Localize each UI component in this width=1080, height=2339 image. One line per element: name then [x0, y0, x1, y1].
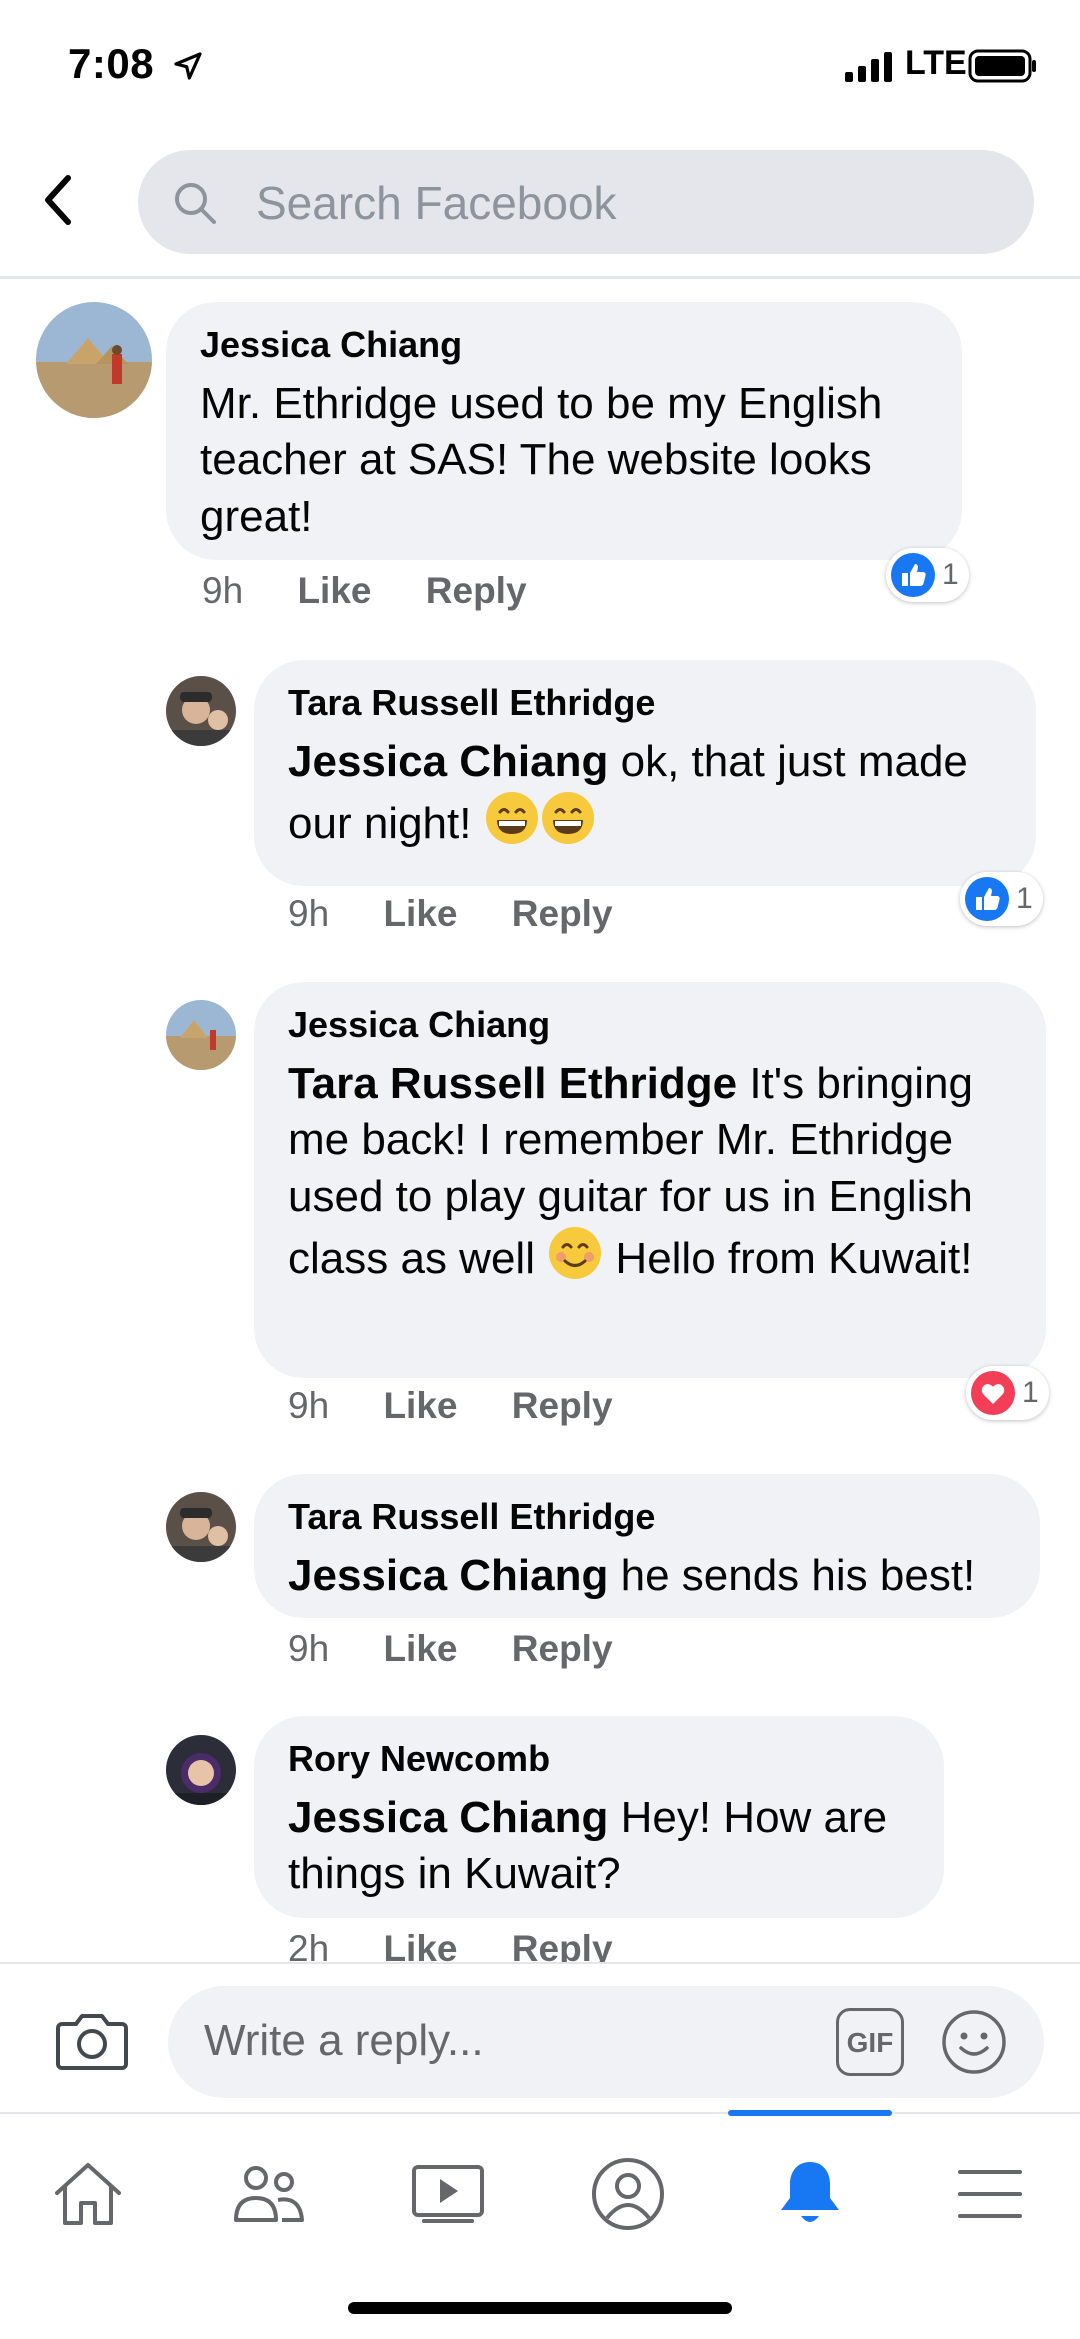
- love-reaction-icon: [971, 1371, 1015, 1415]
- mention-link[interactable]: Tara Russell Ethridge: [288, 1059, 737, 1108]
- profile-icon: [592, 2158, 664, 2230]
- reaction-count: 1: [942, 558, 959, 591]
- nav-notifications[interactable]: [760, 2144, 860, 2244]
- comment-actions: 9h Like Reply: [288, 1628, 657, 1670]
- grinning-face-emoji: [540, 790, 596, 860]
- avatar[interactable]: [166, 1735, 236, 1805]
- comment-author[interactable]: Jessica Chiang: [200, 324, 928, 366]
- comment-actions: 9h Like Reply: [202, 570, 571, 612]
- watch-icon: [412, 2165, 484, 2223]
- battery-icon: [968, 49, 1036, 83]
- active-tab-indicator: [728, 2110, 892, 2116]
- comment-author[interactable]: Rory Newcomb: [288, 1738, 910, 1780]
- comment-bubble: Tara Russell Ethridge Jessica Chiang he …: [254, 1474, 1040, 1618]
- search-icon: [175, 183, 216, 224]
- comment-author[interactable]: Tara Russell Ethridge: [288, 1496, 1006, 1538]
- comment-author[interactable]: Jessica Chiang: [288, 1004, 1012, 1046]
- friends-icon: [234, 2166, 304, 2222]
- reaction-summary[interactable]: 1: [960, 872, 1043, 926]
- signal-icon: [845, 52, 892, 82]
- nav-profile[interactable]: [578, 2144, 678, 2244]
- gif-label: GIF: [846, 2027, 894, 2058]
- status-bar: 7:08 LTE: [0, 0, 1080, 135]
- reply-button[interactable]: Reply: [512, 1628, 613, 1670]
- comment-text: Hello from Kuwait!: [603, 1233, 973, 1283]
- like-button[interactable]: Like: [383, 893, 457, 935]
- comment-text: Mr. Ethridge used to be my English teach…: [200, 379, 883, 541]
- like-button[interactable]: Like: [297, 570, 371, 612]
- comment-time: 9h: [288, 1628, 330, 1669]
- comment-bubble: Rory Newcomb Jessica Chiang Hey! How are…: [254, 1716, 944, 1918]
- avatar[interactable]: [166, 1000, 236, 1070]
- like-button[interactable]: Like: [383, 1385, 457, 1427]
- avatar[interactable]: [166, 1492, 236, 1562]
- nav-friends[interactable]: [218, 2144, 318, 2244]
- reply-composer: Write a reply... GIF: [0, 1962, 1080, 2112]
- avatar[interactable]: [166, 676, 236, 746]
- reaction-count: 1: [1016, 882, 1033, 915]
- comment-author[interactable]: Tara Russell Ethridge: [288, 682, 1002, 724]
- reply-input[interactable]: Write a reply... GIF: [168, 1986, 1044, 2098]
- search-placeholder: Search Facebook: [256, 177, 617, 229]
- comment-actions: 9h Like Reply: [288, 1385, 657, 1427]
- comment-time: 9h: [288, 1385, 330, 1426]
- smiling-face-emoji: [547, 1225, 603, 1295]
- reaction-summary[interactable]: 1: [966, 1366, 1049, 1420]
- reply-button[interactable]: Reply: [426, 570, 527, 612]
- home-indicator[interactable]: [348, 2302, 732, 2314]
- status-time: 7:08: [68, 40, 155, 87]
- avatar[interactable]: [36, 302, 152, 418]
- menu-icon: [958, 2170, 1022, 2218]
- nav-home[interactable]: [38, 2144, 138, 2244]
- reply-placeholder: Write a reply...: [204, 2016, 484, 2065]
- home-icon: [55, 2163, 121, 2225]
- mention-link[interactable]: Jessica Chiang: [288, 1551, 608, 1600]
- comment-text: he sends his best!: [608, 1551, 976, 1600]
- location-arrow-icon: [174, 52, 202, 80]
- back-chevron-icon[interactable]: [36, 170, 80, 230]
- nav-menu[interactable]: [940, 2144, 1040, 2244]
- gif-button[interactable]: GIF: [836, 2008, 904, 2076]
- comment-bubble: Tara Russell Ethridge Jessica Chiang ok,…: [254, 660, 1036, 886]
- reply-button[interactable]: Reply: [512, 1385, 613, 1427]
- comment-bubble: Jessica Chiang Tara Russell Ethridge It'…: [254, 982, 1046, 1378]
- comment-actions: 9h Like Reply: [288, 893, 657, 935]
- reaction-summary[interactable]: 1: [886, 548, 969, 602]
- mention-link[interactable]: Jessica Chiang: [288, 1793, 608, 1842]
- grinning-face-emoji: [484, 790, 540, 860]
- like-reaction-icon: [891, 553, 935, 597]
- reply-button[interactable]: Reply: [512, 893, 613, 935]
- like-reaction-icon: [965, 877, 1009, 921]
- carrier-label: LTE: [905, 44, 967, 82]
- divider: [0, 276, 1080, 279]
- nav-watch[interactable]: [398, 2144, 498, 2244]
- like-button[interactable]: Like: [383, 1628, 457, 1670]
- comment-bubble: Jessica Chiang Mr. Ethridge used to be m…: [166, 302, 962, 560]
- camera-icon[interactable]: [54, 2008, 130, 2072]
- mention-link[interactable]: Jessica Chiang: [288, 737, 608, 786]
- emoji-smiley-icon[interactable]: [940, 2008, 1008, 2076]
- comment-time: 9h: [202, 570, 244, 611]
- comment-time: 9h: [288, 893, 330, 934]
- reaction-count: 1: [1022, 1376, 1039, 1409]
- search-input[interactable]: Search Facebook: [138, 150, 1034, 254]
- notifications-icon: [781, 2162, 839, 2222]
